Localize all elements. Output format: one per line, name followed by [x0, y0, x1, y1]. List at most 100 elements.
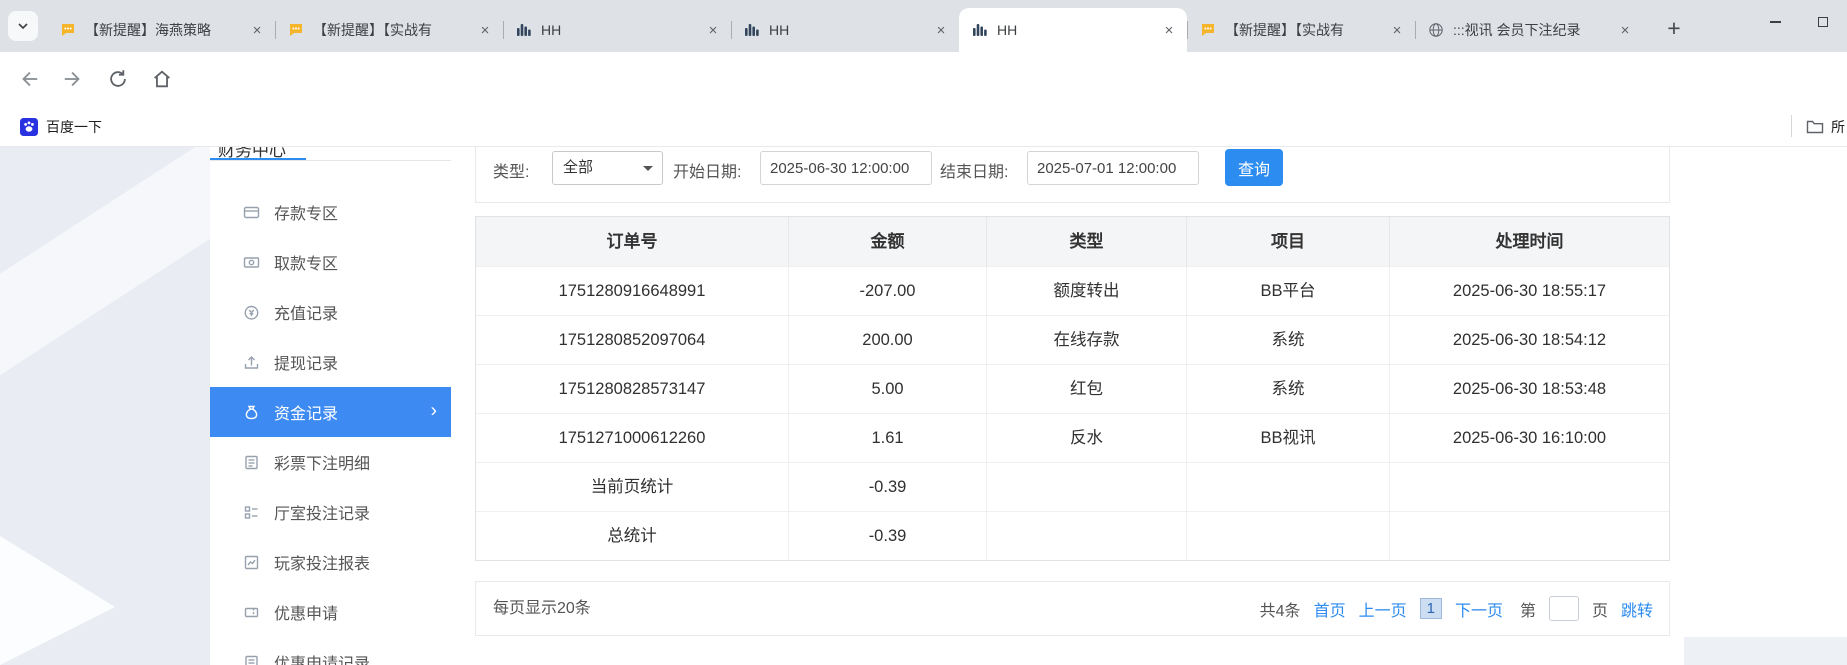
waveform-favicon-icon: [972, 22, 988, 38]
sidebar-item-cashout-records[interactable]: 提现记录: [210, 337, 451, 387]
refresh-button[interactable]: [99, 60, 137, 98]
column-header-project: 项目: [1187, 217, 1390, 266]
new-tab-button[interactable]: +: [1658, 12, 1690, 44]
tab-strip: 【新提醒】海燕策略 × 【新提醒】【实战有 × HH × HH × HH: [0, 0, 1847, 52]
prev-page-link[interactable]: 上一页: [1359, 597, 1407, 621]
tab-close-icon[interactable]: ×: [247, 20, 267, 40]
all-bookmarks-label: 所: [1831, 117, 1845, 137]
tab-title: 【新提醒】【实战有: [1225, 20, 1378, 40]
cell-order: 当前页统计: [476, 462, 789, 511]
cell-order: 1751280828573147: [476, 364, 789, 413]
sidebar-item-label: 资金记录: [274, 400, 338, 424]
maximize-button[interactable]: [1799, 0, 1847, 44]
column-header-order: 订单号: [476, 217, 789, 266]
bookmarks-bar: 百度一下 所: [0, 106, 1847, 147]
cell-type: 额度转出: [987, 266, 1187, 315]
sidebar-item-hall-bet-records[interactable]: 厅室投注记录: [210, 487, 451, 537]
chevron-right-icon: ›: [431, 401, 437, 423]
page-size-text: 每页显示20条: [493, 582, 591, 635]
cell-amount: 1.61: [789, 413, 987, 462]
sidebar-item-label: 优惠申请记录: [274, 650, 370, 665]
all-bookmarks-button[interactable]: 所: [1806, 113, 1845, 140]
table-header-row: 订单号 金额 类型 项目 处理时间: [476, 217, 1669, 266]
sidebar-item-withdraw-zone[interactable]: 取款专区: [210, 237, 451, 287]
cell-type: 在线存款: [987, 315, 1187, 364]
sidebar-item-label: 取款专区: [274, 250, 338, 274]
tab-close-icon[interactable]: ×: [703, 20, 723, 40]
browser-window: 【新提醒】海燕策略 × 【新提醒】【实战有 × HH × HH × HH: [0, 0, 1847, 665]
chevron-down-icon: [17, 20, 29, 32]
tab-list: 【新提醒】海燕策略 × 【新提醒】【实战有 × HH × HH × HH: [47, 8, 1643, 52]
waveform-favicon-icon: [744, 22, 760, 38]
background-triangle-decoration: [0, 536, 115, 665]
tab-title: :::视讯 会员下注纪录: [1453, 20, 1606, 40]
cell-type: [987, 462, 1187, 511]
sidebar-item-deposit-zone[interactable]: 存款专区: [210, 187, 451, 237]
sidebar-item-lottery-bet-details[interactable]: 彩票下注明细: [210, 437, 451, 487]
window-controls: [1751, 0, 1847, 44]
start-date-input[interactable]: [760, 151, 932, 185]
browser-tab-2[interactable]: 【新提醒】【实战有 ×: [275, 8, 503, 52]
browser-tab-1[interactable]: 【新提醒】海燕策略 ×: [47, 8, 275, 52]
cell-time: 2025-06-30 18:54:12: [1390, 315, 1669, 364]
sidebar-item-recharge-records[interactable]: 充值记录: [210, 287, 451, 337]
tab-close-icon[interactable]: ×: [931, 20, 951, 40]
cell-project: BB平台: [1187, 266, 1390, 315]
browser-tab-5-active[interactable]: HH ×: [959, 8, 1187, 52]
cell-project: BB视讯: [1187, 413, 1390, 462]
jump-suffix-label: 页: [1592, 597, 1608, 621]
sidebar-item-player-bet-report[interactable]: 玩家投注报表: [210, 537, 451, 587]
cell-project: [1187, 462, 1390, 511]
tab-title: 【新提醒】【实战有: [313, 20, 466, 40]
back-button[interactable]: [10, 60, 48, 98]
current-page-badge: 1: [1420, 598, 1442, 619]
sidebar-divider: [210, 160, 451, 161]
cell-time: [1390, 511, 1669, 560]
tab-close-icon[interactable]: ×: [1159, 20, 1179, 40]
minimize-button[interactable]: [1751, 0, 1799, 44]
tab-close-icon[interactable]: ×: [475, 20, 495, 40]
column-header-amount: 金额: [789, 217, 987, 266]
sidebar-item-label: 充值记录: [274, 300, 338, 324]
browser-tab-7[interactable]: :::视讯 会员下注纪录 ×: [1415, 8, 1643, 52]
forward-button[interactable]: [54, 60, 92, 98]
table-row: 1751280852097064 200.00 在线存款 系统 2025-06-…: [476, 315, 1669, 364]
sidebar-item-promo-apply[interactable]: 优惠申请: [210, 587, 451, 637]
cell-time: [1390, 462, 1669, 511]
minimize-icon: [1770, 21, 1781, 23]
bookmark-label: 百度一下: [46, 117, 102, 137]
start-date-label: 开始日期:: [673, 158, 741, 182]
sidebar-item-fund-records[interactable]: 资金记录 ›: [210, 387, 451, 437]
first-page-link[interactable]: 首页: [1314, 597, 1346, 621]
end-date-label: 结束日期:: [940, 158, 1008, 182]
jump-page-input[interactable]: [1549, 596, 1579, 621]
tab-close-icon[interactable]: ×: [1615, 20, 1635, 40]
type-select[interactable]: 全部: [552, 151, 663, 185]
bookmark-baidu[interactable]: 百度一下: [12, 113, 110, 140]
tab-close-icon[interactable]: ×: [1387, 20, 1407, 40]
cell-time: 2025-06-30 18:53:48: [1390, 364, 1669, 413]
ticket-icon: [243, 604, 260, 621]
browser-tab-6[interactable]: 【新提醒】【实战有 ×: [1187, 8, 1415, 52]
end-date-input[interactable]: [1027, 151, 1199, 185]
tab-title: HH: [769, 22, 922, 38]
page-background: [0, 147, 210, 665]
cell-amount: -207.00: [789, 266, 987, 315]
home-icon: [151, 68, 173, 90]
bank-card-icon: [243, 204, 260, 221]
search-button[interactable]: 查询: [1225, 149, 1283, 186]
column-header-type: 类型: [987, 217, 1187, 266]
pager-controls: 共4条 首页 上一页 1 下一页 第 页 跳转: [1260, 582, 1653, 635]
cell-order: 总统计: [476, 511, 789, 560]
chart-icon: [243, 554, 260, 571]
browser-tab-3[interactable]: HH ×: [503, 8, 731, 52]
forward-arrow-icon: [62, 68, 84, 90]
background-corner-decoration: [1684, 637, 1847, 665]
jump-button[interactable]: 跳转: [1621, 597, 1653, 621]
browser-tab-4[interactable]: HH ×: [731, 8, 959, 52]
tab-search-button[interactable]: [8, 11, 38, 41]
home-button[interactable]: [143, 60, 181, 98]
coin-icon: [243, 304, 260, 321]
sidebar-item-promo-apply-records[interactable]: 优惠申请记录: [210, 637, 451, 665]
next-page-link[interactable]: 下一页: [1455, 597, 1503, 621]
